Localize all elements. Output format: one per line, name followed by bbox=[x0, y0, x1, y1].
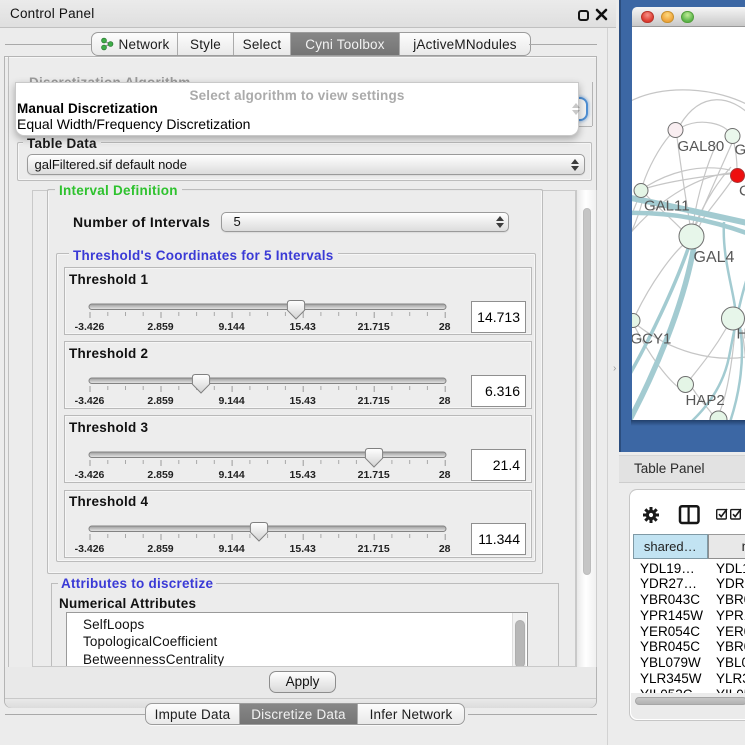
svg-text:GAL80: GAL80 bbox=[677, 138, 724, 155]
svg-text:GAL11: GAL11 bbox=[644, 198, 690, 215]
svg-text:C: C bbox=[739, 183, 745, 200]
svg-text:HAP2: HAP2 bbox=[685, 392, 724, 409]
svg-text:GCY1: GCY1 bbox=[632, 331, 671, 348]
svg-text:GA: GA bbox=[734, 142, 745, 159]
svg-text:GAL4: GAL4 bbox=[693, 249, 734, 266]
svg-text:H: H bbox=[736, 326, 745, 343]
